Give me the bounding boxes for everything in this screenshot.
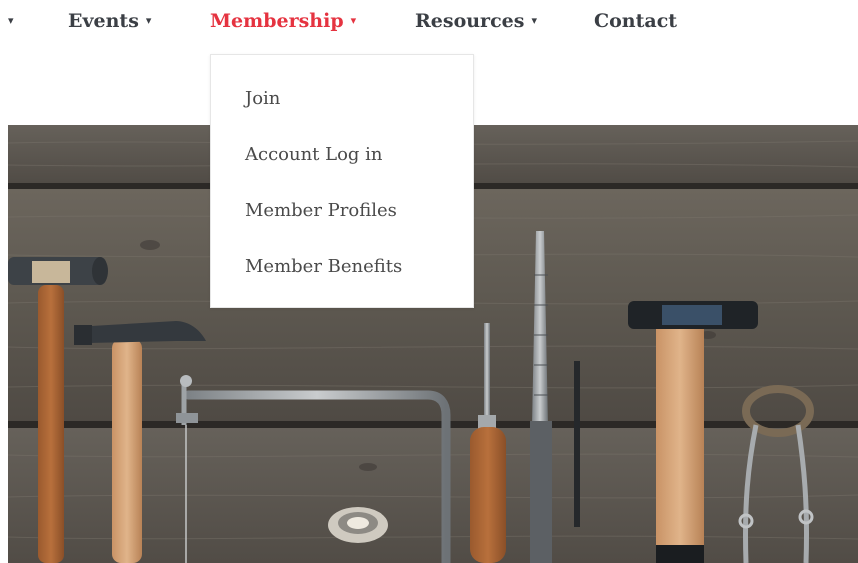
chevron-down-icon: ▾ [531, 14, 537, 27]
nav-item-contact[interactable]: Contact [594, 9, 677, 33]
membership-dropdown-menu: Join Account Log in Member Profiles Memb… [210, 54, 474, 308]
nav-item-membership[interactable]: Membership ▾ [210, 9, 356, 33]
menu-item-member-benefits[interactable]: Member Benefits [245, 253, 402, 281]
main-navigation: ▾ Events ▾ Membership ▾ Resources ▾ Contact [0, 0, 858, 44]
nav-item-label: Resources [415, 10, 525, 32]
nav-item-resources[interactable]: Resources ▾ [415, 9, 537, 33]
nav-item-events[interactable]: Events ▾ [68, 9, 151, 33]
chevron-down-icon: ▾ [145, 14, 152, 27]
chevron-down-icon: ▾ [350, 14, 357, 27]
nav-item-label: Events [68, 10, 139, 32]
menu-item-join[interactable]: Join [245, 85, 280, 113]
menu-item-member-profiles[interactable]: Member Profiles [245, 197, 397, 225]
menu-item-account-log-in[interactable]: Account Log in [245, 141, 383, 169]
nav-item-label: Contact [594, 10, 678, 32]
chevron-down-icon[interactable]: ▾ [8, 9, 14, 33]
nav-item-label: Membership [210, 10, 344, 32]
